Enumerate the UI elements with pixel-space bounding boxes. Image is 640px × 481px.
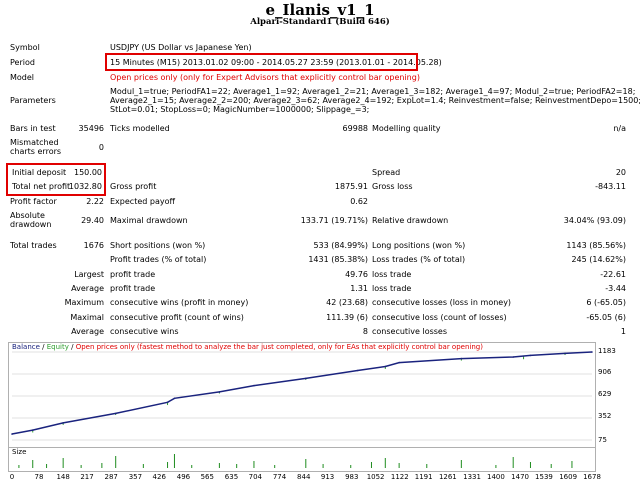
- size-chart: [18, 454, 573, 468]
